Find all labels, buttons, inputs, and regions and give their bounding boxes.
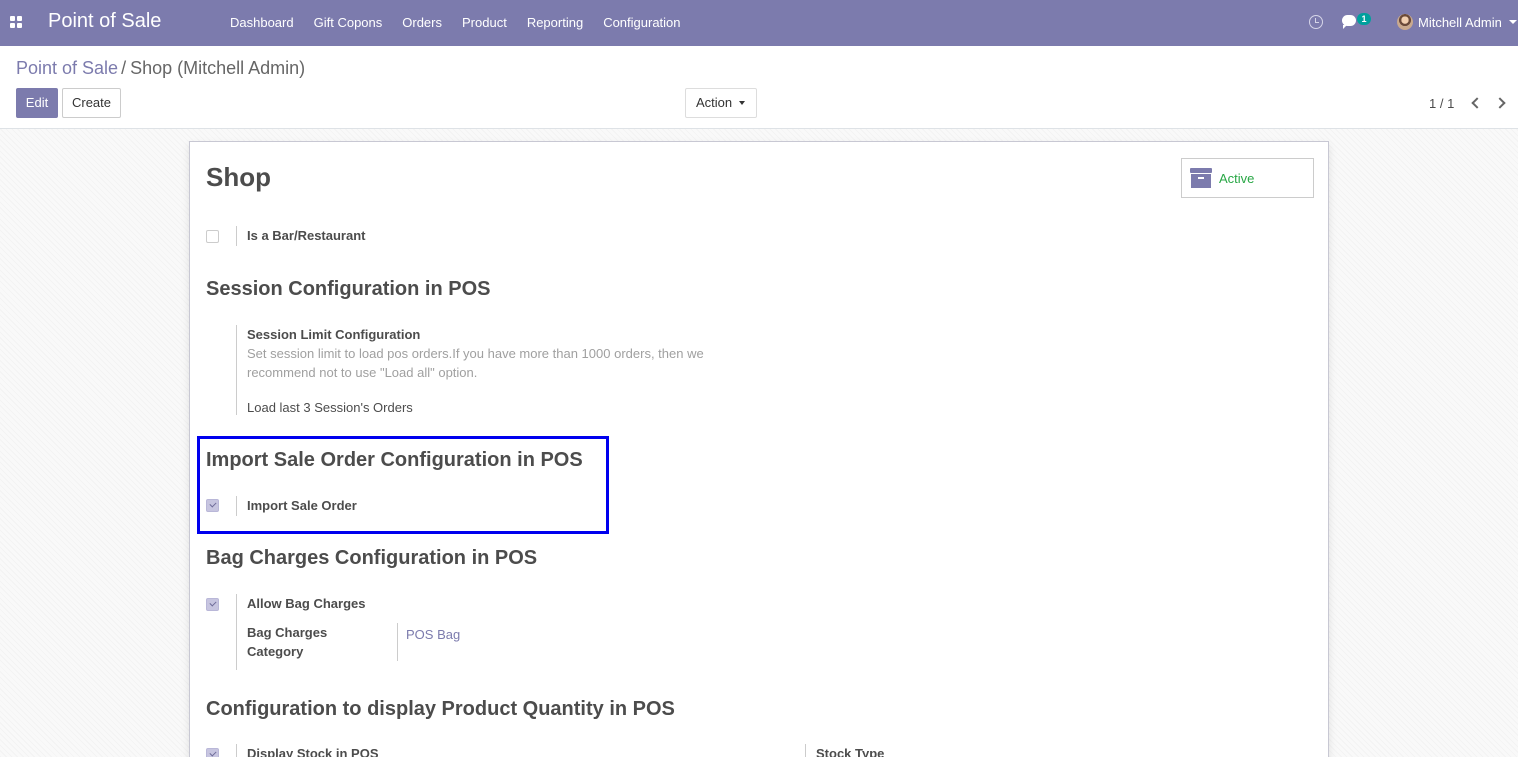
menu-dashboard[interactable]: Dashboard	[220, 0, 304, 46]
menu-product[interactable]: Product	[452, 0, 517, 46]
field-divider	[397, 623, 398, 661]
user-menu-caret-icon[interactable]	[1509, 20, 1517, 24]
product-quantity-section-title: Configuration to display Product Quantit…	[206, 698, 675, 720]
menu-configuration[interactable]: Configuration	[593, 0, 690, 46]
display-stock-label: Display Stock in POS	[247, 746, 379, 757]
field-divider	[236, 226, 237, 246]
breadcrumb-separator: /	[121, 58, 127, 78]
import-sale-order-section-title: Import Sale Order Configuration in POS	[206, 449, 583, 471]
field-divider	[236, 744, 237, 757]
is-bar-restaurant-label: Is a Bar/Restaurant	[247, 228, 366, 243]
main-menu: Dashboard Gift Copons Orders Product Rep…	[220, 0, 691, 46]
session-limit-help-text: Set session limit to load pos orders.If …	[247, 346, 704, 380]
is-bar-restaurant-checkbox[interactable]	[206, 230, 219, 243]
apps-menu-icon[interactable]	[10, 16, 22, 28]
field-divider	[236, 496, 237, 516]
user-menu-name[interactable]: Mitchell Admin	[1418, 15, 1502, 30]
action-label: Action	[696, 95, 733, 110]
breadcrumb-parent-link[interactable]: Point of Sale	[16, 58, 118, 78]
bag-charges-section-title: Bag Charges Configuration in POS	[206, 547, 538, 569]
allow-bag-charges-label: Allow Bag Charges	[247, 596, 366, 611]
archive-icon	[1190, 168, 1212, 188]
import-sale-order-checkbox[interactable]	[206, 499, 219, 512]
pager-value[interactable]: 1 / 1	[1429, 96, 1454, 111]
record-title: Shop	[206, 162, 271, 192]
top-navbar: Point of Sale Dashboard Gift Copons Orde…	[0, 0, 1518, 46]
session-limit-label: Session Limit Configuration	[247, 327, 421, 342]
breadcrumb: Point of Sale / Shop (Mitchell Admin)	[16, 58, 305, 79]
caret-down-icon	[739, 101, 745, 105]
session-config-section-title: Session Configuration in POS	[206, 278, 491, 300]
import-sale-order-label: Import Sale Order	[247, 498, 357, 513]
pager-previous-icon[interactable]	[1468, 96, 1482, 110]
user-avatar[interactable]	[1397, 14, 1413, 30]
messages-badge: 1	[1357, 13, 1371, 25]
active-label: Active	[1219, 171, 1255, 186]
bag-category-label-line2: Category	[247, 644, 304, 659]
menu-reporting[interactable]: Reporting	[517, 0, 593, 46]
breadcrumb-current: Shop (Mitchell Admin)	[130, 58, 306, 78]
create-button[interactable]: Create	[62, 88, 121, 118]
menu-gift-copons[interactable]: Gift Copons	[304, 0, 393, 46]
form-view-background: Shop Active Is a Bar/Restaurant Session …	[0, 129, 1518, 757]
bag-category-label-line1: Bag Charges	[247, 625, 328, 640]
stock-type-label: Stock Type	[816, 746, 885, 757]
field-divider	[236, 594, 237, 670]
messages-chat-icon[interactable]	[1342, 15, 1356, 29]
display-stock-checkbox[interactable]	[206, 748, 219, 757]
activity-clock-icon[interactable]	[1309, 15, 1323, 29]
active-toggle-button[interactable]: Active	[1181, 158, 1314, 198]
field-divider	[236, 325, 237, 415]
bag-category-link[interactable]: POS Bag	[406, 627, 460, 642]
field-divider	[805, 744, 806, 757]
session-limit-value[interactable]: Load last 3 Session's Orders	[247, 400, 413, 415]
action-dropdown-button[interactable]: Action	[685, 88, 757, 118]
edit-button[interactable]: Edit	[16, 88, 58, 118]
app-title[interactable]: Point of Sale	[48, 10, 161, 33]
allow-bag-charges-checkbox[interactable]	[206, 598, 219, 611]
form-sheet: Shop Active Is a Bar/Restaurant Session …	[189, 141, 1329, 757]
pager-next-icon[interactable]	[1495, 96, 1509, 110]
menu-orders[interactable]: Orders	[392, 0, 452, 46]
